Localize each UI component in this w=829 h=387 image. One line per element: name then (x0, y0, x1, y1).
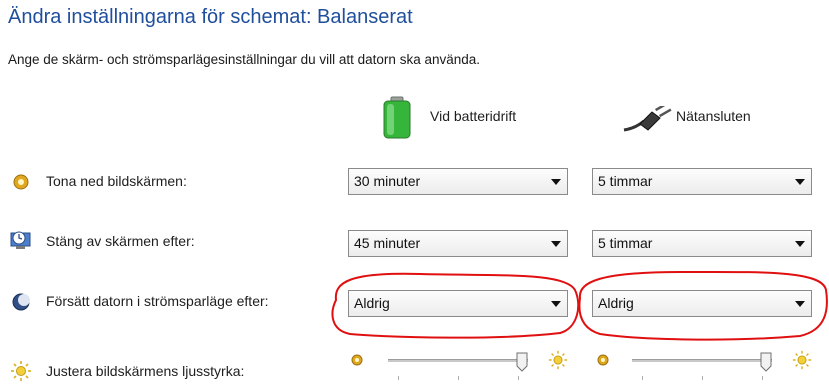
red-annotation-battery (331, 272, 580, 339)
slider-track (632, 359, 772, 362)
red-annotation-plugged (578, 270, 828, 341)
slider-tick (642, 376, 643, 380)
sun-icon (10, 360, 31, 381)
slider-tick (702, 376, 703, 380)
dim-sun-icon (350, 353, 364, 372)
red-annotation-overlay (331, 270, 828, 341)
brightness-plugged-slider[interactable] (632, 352, 772, 380)
bright-sun-icon (792, 350, 812, 375)
brightness-label: Justera bildskärmens ljusstyrka: (46, 363, 245, 379)
slider-thumb[interactable] (516, 352, 528, 377)
slider-track (388, 359, 528, 362)
slider-tick (762, 376, 763, 380)
brightness-battery-slider[interactable] (388, 352, 528, 380)
slider-thumb[interactable] (760, 352, 772, 377)
slider-tick (398, 376, 399, 380)
dim-sun-icon (596, 353, 610, 372)
slider-tick (458, 376, 459, 380)
slider-tick (518, 376, 519, 380)
bright-sun-icon (548, 350, 568, 375)
